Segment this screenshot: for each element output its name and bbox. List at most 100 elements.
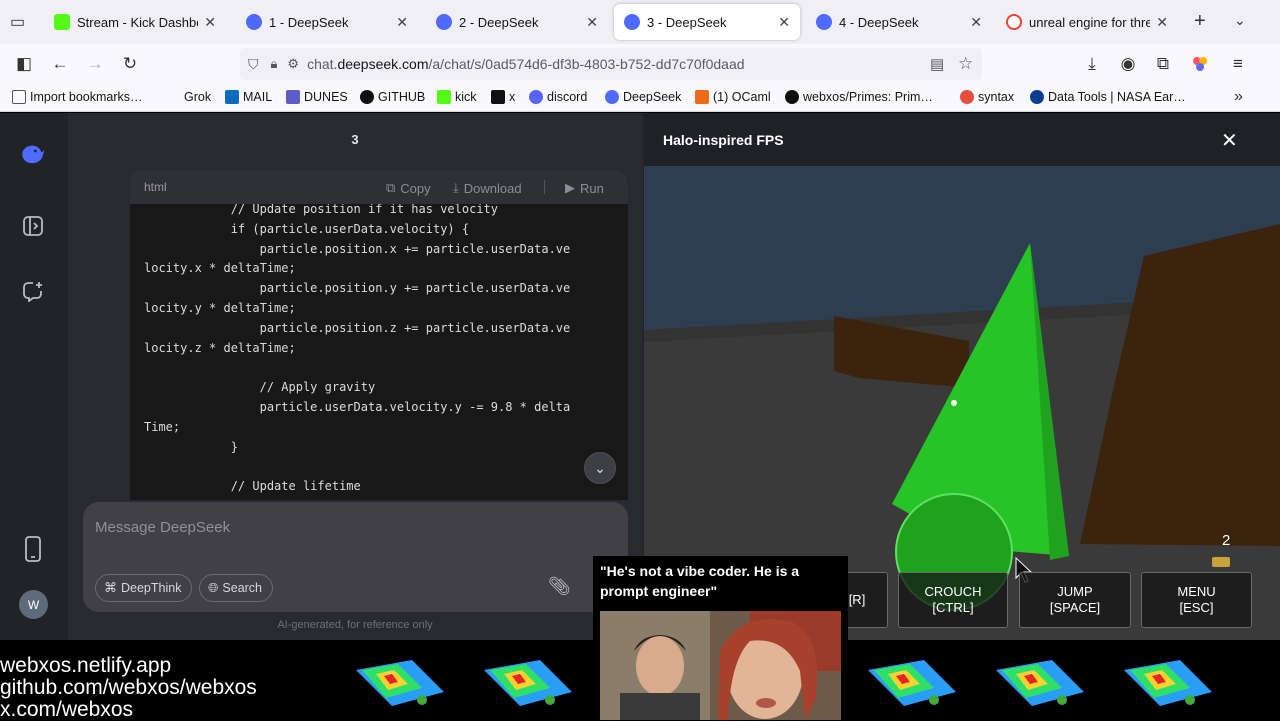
bookmark-primes[interactable]: webxos/Primes: Prim…: [785, 90, 933, 104]
close-icon[interactable]: ✕: [1221, 128, 1241, 152]
tab-title: 4 - DeepSeek: [839, 14, 919, 30]
bookmark-grok[interactable]: Grok: [184, 90, 211, 104]
bookmark-deepseek[interactable]: DeepSeek: [605, 90, 681, 104]
mobile-app-icon[interactable]: [20, 536, 46, 562]
code-line: locity.z * deltaTime;: [144, 340, 296, 355]
url-prefix: chat.: [307, 56, 338, 72]
close-tab-icon[interactable]: ✕: [204, 14, 216, 31]
code-line: locity.y * deltaTime;: [144, 300, 296, 315]
lock-icon[interactable]: 🔒︎: [271, 56, 278, 72]
tab-bar: ▭ Stream - Kick Dashboard ✕ 1 - DeepSeek…: [0, 0, 1280, 44]
menu-control[interactable]: MENU [ESC]: [1141, 572, 1252, 628]
bookmark-label: GITHUB: [378, 90, 426, 104]
url-bar[interactable]: ⛉ 🔒︎ ⚙ chat.deepseek.com/a/chat/s/0ad574…: [240, 48, 982, 80]
site-permissions-icon[interactable]: ⚙: [287, 56, 299, 72]
bookmark-label: Grok: [184, 90, 212, 104]
bookmark-ocaml[interactable]: (1) OCaml: [695, 90, 771, 104]
bullet-icon: [1212, 557, 1230, 567]
github-icon: [785, 90, 799, 104]
tab-deepseek-2[interactable]: 2 - DeepSeek ✕: [426, 4, 608, 40]
tab-deepseek-3[interactable]: 3 - DeepSeek ✕: [614, 4, 800, 40]
deepthink-button[interactable]: ⌘ DeepThink: [95, 574, 193, 602]
search-button[interactable]: 🌐︎ Search: [199, 574, 274, 602]
expand-sidebar-icon[interactable]: [20, 213, 46, 239]
bookmark-nasa[interactable]: Data Tools | NASA Ear…: [1030, 90, 1186, 104]
download-icon: ⤓: [453, 180, 459, 195]
bookmark-import[interactable]: Import bookmarks…: [12, 90, 143, 104]
shield-icon[interactable]: ⛉: [248, 56, 259, 73]
link-netlify[interactable]: webxos.netlify.app: [0, 655, 171, 677]
sidebar-toggle-icon[interactable]: ◧: [12, 52, 36, 76]
download-label: Download: [463, 180, 522, 196]
jump-control[interactable]: JUMP [SPACE]: [1019, 572, 1131, 628]
copy-button[interactable]: ⧉ Copy: [386, 180, 431, 196]
close-tab-icon[interactable]: ✕: [778, 14, 790, 31]
avatar[interactable]: W: [19, 590, 48, 619]
bookmark-dunes[interactable]: DUNES: [286, 90, 348, 104]
menu-icon[interactable]: ≡: [1226, 52, 1250, 76]
bookmark-mail[interactable]: MAIL: [225, 90, 272, 104]
bookmark-x[interactable]: x: [491, 90, 515, 104]
bookmark-kick[interactable]: kick: [437, 90, 477, 104]
back-icon[interactable]: ←: [48, 52, 72, 76]
tab-deepseek-1[interactable]: 1 - DeepSeek ✕: [236, 4, 418, 40]
deepseek-logo-icon[interactable]: [20, 141, 46, 167]
bookmark-github[interactable]: GITHUB: [360, 90, 425, 104]
reload-icon[interactable]: ↻: [118, 52, 142, 76]
globe-icon: 🌐︎: [208, 580, 219, 595]
tab-google[interactable]: unreal engine for three ✕: [996, 4, 1178, 40]
surface-plot-thumbnail: [484, 660, 572, 706]
chat-title: 3: [351, 132, 359, 147]
close-tab-icon[interactable]: ✕: [586, 14, 598, 31]
download-button[interactable]: ⤓ Download: [453, 180, 522, 196]
close-tab-icon[interactable]: ✕: [970, 14, 982, 31]
bookmarks-overflow-icon[interactable]: »: [1234, 88, 1243, 106]
control-label: [R]: [848, 592, 866, 607]
ocaml-icon: [695, 90, 709, 104]
url-text: chat.deepseek.com/a/chat/s/0ad574d6-df3b…: [307, 56, 744, 72]
kick-favicon-icon: [54, 14, 70, 30]
github-icon: [360, 90, 374, 104]
code-body: // Update position if it has velocity if…: [144, 200, 624, 500]
scroll-to-bottom-button[interactable]: ⌄: [584, 452, 616, 484]
run-label: Run: [580, 180, 604, 196]
code-block: // Update position if it has velocity if…: [130, 170, 628, 500]
close-tab-icon[interactable]: ✕: [1156, 14, 1168, 31]
link-github[interactable]: github.com/webxos/webxos: [0, 677, 257, 699]
deepseek-favicon-icon: [816, 14, 832, 30]
tab-title: unreal engine for three: [1029, 14, 1151, 30]
tab-list-icon[interactable]: ▭: [10, 12, 25, 32]
colorful-extension-icon[interactable]: [1188, 52, 1212, 76]
bookmark-discord[interactable]: discord: [529, 90, 587, 104]
new-tab-icon[interactable]: +: [1194, 10, 1206, 33]
reader-view-icon[interactable]: ▤: [930, 55, 944, 73]
bookmark-label: kick: [455, 90, 477, 104]
google-favicon-icon: [1006, 14, 1022, 30]
attach-file-icon[interactable]: 📎︎: [548, 576, 572, 600]
code-line: particle.position.x += particle.userData…: [144, 241, 571, 256]
tab-kick[interactable]: Stream - Kick Dashboard ✕: [44, 4, 226, 40]
forward-icon[interactable]: →: [83, 52, 107, 76]
message-input[interactable]: [95, 516, 595, 538]
bookmark-label: x: [509, 90, 516, 104]
bookmark-star-icon[interactable]: ☆: [958, 54, 973, 74]
deepthink-label: DeepThink: [121, 581, 182, 595]
crouch-control[interactable]: CROUCH [CTRL]: [898, 572, 1008, 628]
code-line: if (particle.userData.velocity) {: [144, 221, 470, 236]
new-chat-icon[interactable]: [20, 278, 46, 304]
syntax-icon: [960, 90, 974, 104]
run-button[interactable]: ▶ Run: [565, 180, 604, 196]
bookmark-label: DeepSeek: [623, 90, 682, 104]
link-x[interactable]: x.com/webxos: [0, 699, 133, 721]
bookmark-syntax[interactable]: syntax: [960, 90, 1014, 104]
close-tab-icon[interactable]: ✕: [396, 14, 408, 31]
code-line: particle.userData.velocity.y -= 9.8 * de…: [144, 399, 571, 414]
extensions-icon[interactable]: ⧉: [1151, 52, 1175, 76]
account-icon[interactable]: ◉: [1116, 52, 1140, 76]
tab-overflow-chevron-icon[interactable]: ⌄: [1234, 12, 1246, 29]
bookmark-label: Data Tools | NASA Ear…: [1048, 90, 1186, 104]
tab-deepseek-4[interactable]: 4 - DeepSeek ✕: [806, 4, 992, 40]
downloads-icon[interactable]: ⤓: [1080, 52, 1104, 76]
divider: [544, 180, 545, 194]
